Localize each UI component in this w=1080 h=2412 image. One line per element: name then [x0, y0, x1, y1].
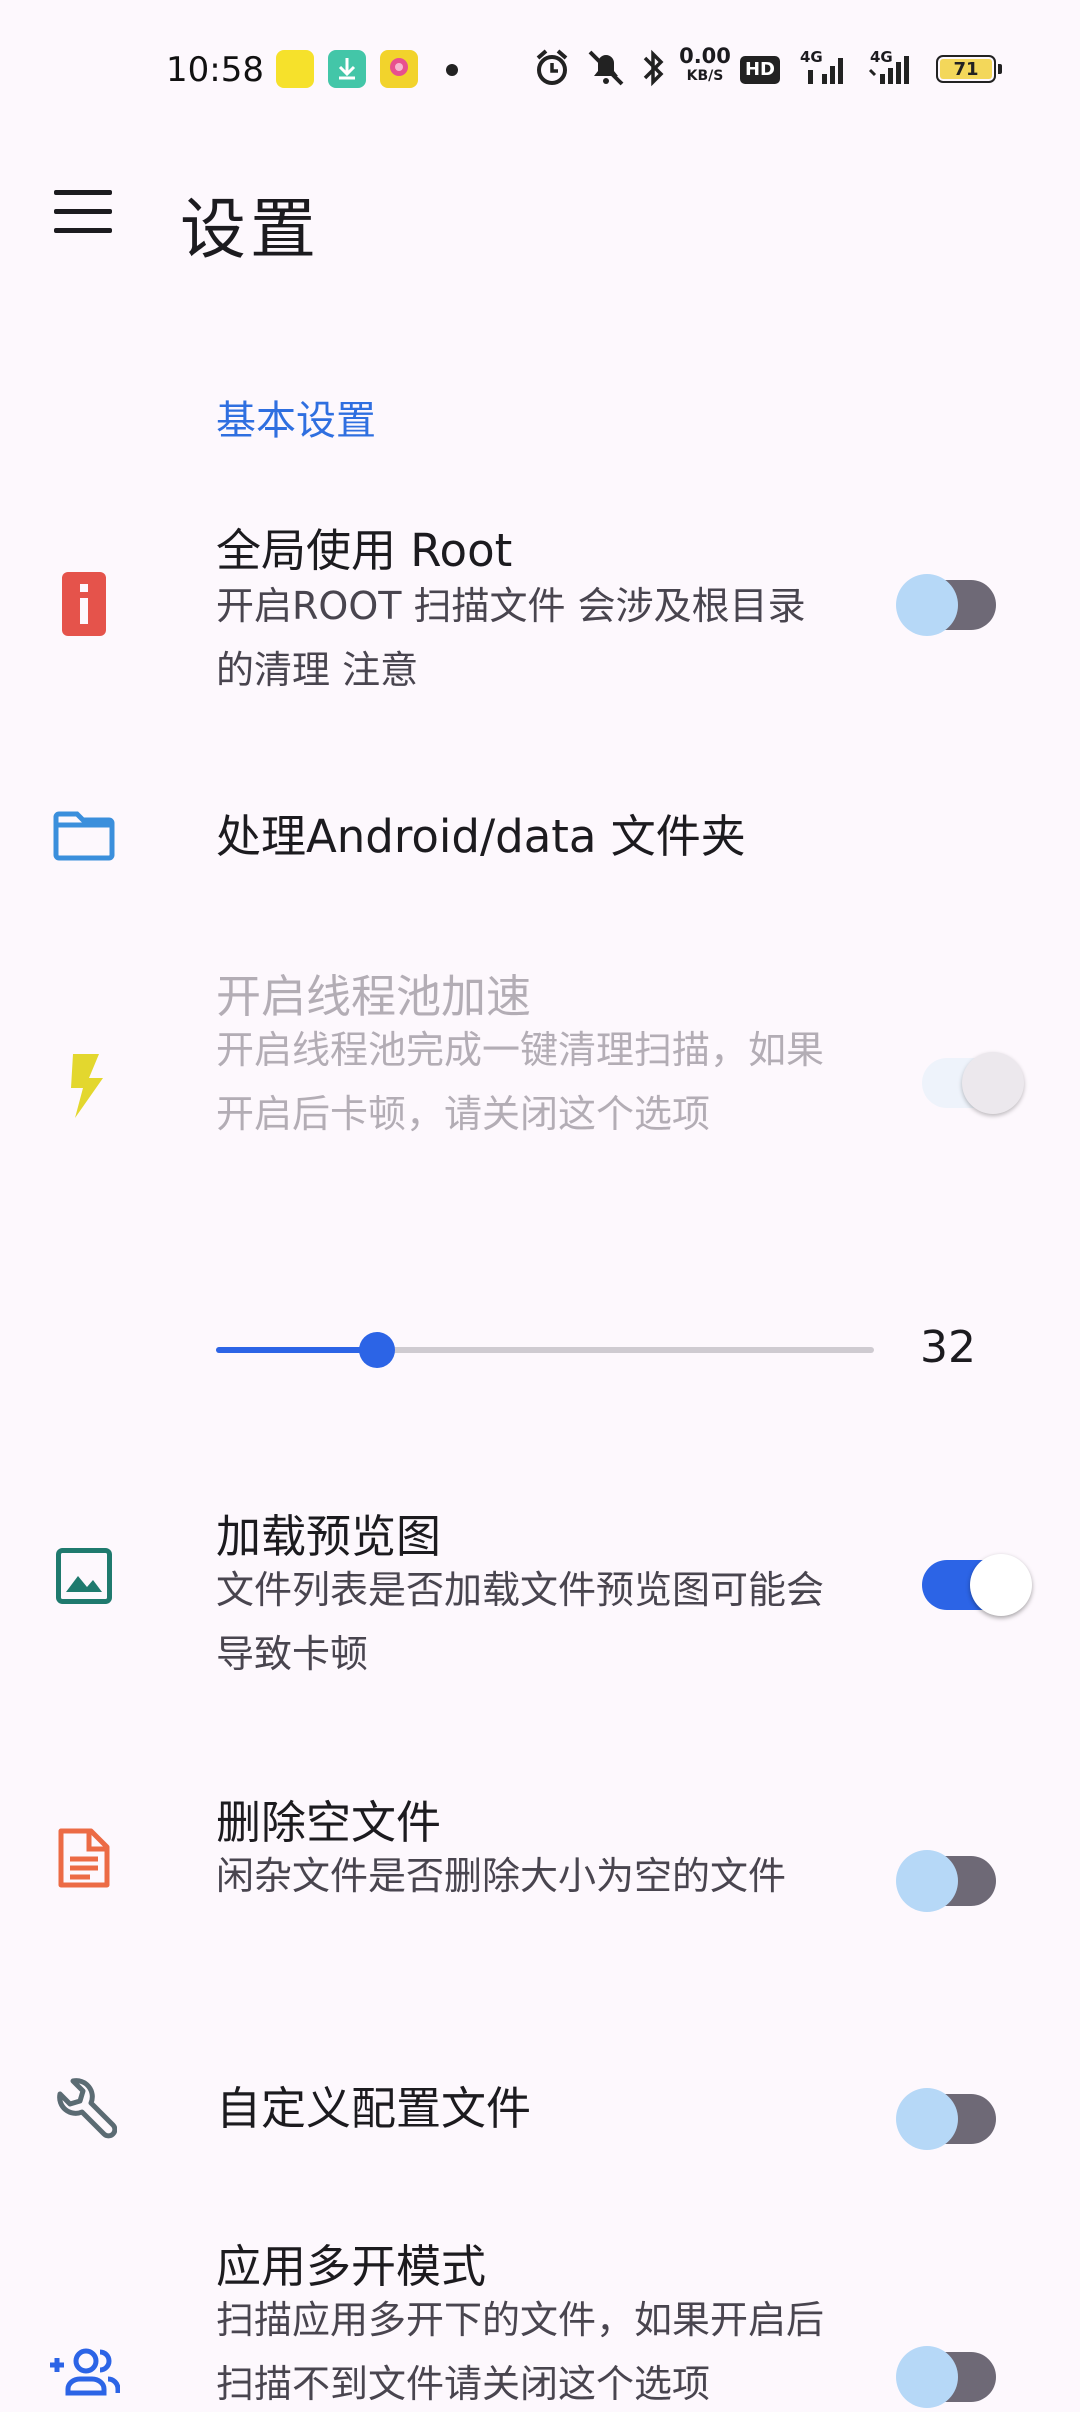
document-icon [48, 1822, 120, 1894]
setting-title: 自定义配置文件 [216, 2082, 532, 2135]
signal-icon-sim1: 4G [800, 48, 850, 88]
menu-icon [54, 190, 112, 195]
setting-custom-config[interactable]: 自定义配置文件 [0, 2050, 1080, 2170]
add-group-icon [48, 2336, 120, 2408]
net-speed-value: 0.00 [679, 44, 731, 68]
more-notifications-dot [446, 64, 458, 76]
delete-empty-toggle[interactable] [896, 1850, 998, 1912]
setting-thread-pool: 开启线程池加速 开启线程池完成一键清理扫描，如果开启后卡顿，请关闭这个选项 [0, 950, 1080, 1230]
thread-count-value: 32 [920, 1322, 976, 1373]
root-toggle[interactable] [896, 574, 998, 636]
image-icon [48, 1540, 120, 1612]
setting-subtitle: 开启线程池完成一键清理扫描，如果开启后卡顿，请关闭这个选项 [216, 1028, 825, 1136]
setting-multi-app[interactable]: 应用多开模式 扫描应用多开下的文件，如果开启后扫描不到文件请关闭这个选项 [0, 2226, 1080, 2412]
bluetooth-icon [643, 49, 664, 87]
network-speed: 0.00 KB/S [677, 44, 733, 84]
setting-subtitle: 闲杂文件是否删除大小为空的文件 [216, 1854, 787, 1898]
status-bar: 10:58 0.00 KB/S HD 4G 4G 71 [0, 0, 1080, 140]
setting-title: 全局使用 Root [216, 524, 513, 577]
wrench-icon [48, 2072, 120, 2144]
setting-subtitle: 开启ROOT 扫描文件 会涉及根目录的清理 注意 [216, 584, 806, 692]
slider-active-track [216, 1347, 377, 1353]
custom-config-toggle[interactable] [896, 2088, 998, 2150]
thread-pool-toggle [922, 1052, 1024, 1114]
alarm-icon [536, 49, 568, 85]
slider-thumb[interactable] [359, 1332, 395, 1368]
section-title: 基本设置 [216, 398, 376, 444]
battery-level: 71 [953, 58, 979, 80]
menu-button[interactable] [54, 190, 112, 234]
setting-subtitle: 扫描应用多开下的文件，如果开启后扫描不到文件请关闭这个选项 [216, 2298, 825, 2406]
flash-icon [48, 1050, 120, 1122]
status-time: 10:58 [166, 50, 264, 90]
setting-delete-empty[interactable]: 删除空文件 闲杂文件是否删除大小为空的文件 [0, 1772, 1080, 1992]
setting-subtitle: 文件列表是否加载文件预览图可能会导致卡顿 [216, 1568, 825, 1676]
setting-title: 处理Android/data 文件夹 [216, 810, 746, 863]
thread-count-slider[interactable] [216, 1330, 874, 1370]
hd-icon: HD [740, 56, 780, 84]
battery-icon: 71 [936, 55, 1002, 83]
page-title: 设置 [180, 191, 320, 268]
setting-title: 应用多开模式 [216, 2240, 487, 2293]
setting-title: 加载预览图 [216, 1510, 442, 1563]
hd-label: HD [744, 59, 775, 80]
notification-app-icon-2 [380, 50, 418, 88]
setting-root[interactable]: 全局使用 Root 开启ROOT 扫描文件 会涉及根目录的清理 注意 [0, 500, 1080, 720]
folder-icon [48, 800, 120, 872]
download-icon [328, 50, 366, 88]
signal-icon-sim2: 4G [866, 48, 922, 88]
net-speed-unit: KB/S [686, 68, 724, 84]
preview-toggle[interactable] [922, 1554, 1032, 1616]
setting-title: 开启线程池加速 [216, 970, 532, 1023]
notification-app-icon-1 [276, 50, 314, 88]
multi-app-toggle[interactable] [896, 2346, 998, 2408]
info-box-icon [48, 568, 120, 640]
mute-icon [588, 50, 624, 86]
setting-title: 删除空文件 [216, 1796, 442, 1849]
settings-screen: 10:58 0.00 KB/S HD 4G 4G 71 设置 基本设置 全局使用… [0, 0, 1080, 2412]
setting-android-data[interactable]: 处理Android/data 文件夹 [0, 780, 1080, 890]
setting-load-preview[interactable]: 加载预览图 文件列表是否加载文件预览图可能会导致卡顿 [0, 1490, 1080, 1710]
